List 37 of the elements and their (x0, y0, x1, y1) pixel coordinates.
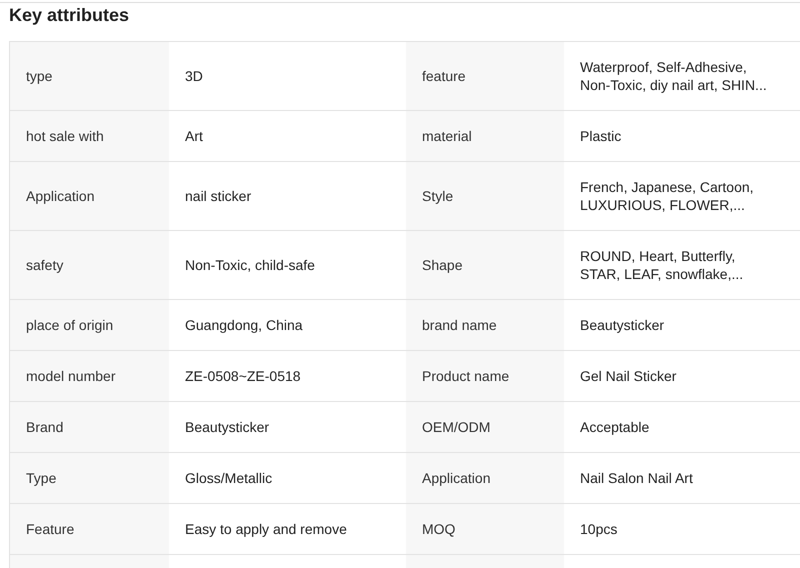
attribute-label: hot sale with (10, 111, 169, 161)
attribute-value: ROUND, Heart, Butterfly, STAR, LEAF, snowflake,... (579, 247, 744, 284)
attribute-value: Beautysticker (579, 316, 666, 335)
attribute-label: place of origin (10, 300, 169, 350)
attribute-label: material (406, 111, 564, 161)
attribute-label: OEM/ODM (406, 402, 564, 452)
attribute-label: brand name (406, 300, 564, 350)
attribute-label: Feature (10, 504, 169, 554)
attribute-value: 3D (184, 67, 204, 86)
attribute-value: ZE-0508~ZE-0518 (184, 367, 302, 386)
attribute-label: Product name (406, 351, 564, 401)
attribute-value: Plastic (579, 127, 622, 146)
section-title: Key attributes (9, 4, 130, 26)
attribute-value: Guangdong, China (184, 316, 304, 335)
attribute-label: model number (10, 351, 169, 401)
attribute-label: safety (10, 231, 169, 299)
attribute-label: MOQ (406, 504, 564, 554)
attribute-label: Application (406, 453, 564, 503)
attribute-label: Style (406, 162, 564, 230)
attribute-value: Non-Toxic, child-safe (184, 256, 316, 275)
attribute-value: Gloss/Metallic (184, 469, 274, 488)
attribute-label: Application (10, 162, 169, 230)
attribute-value: Gel Nail Sticker (579, 367, 678, 386)
attribute-label: feature (406, 42, 564, 110)
attribute-value: 10pcs (579, 520, 618, 539)
attribute-label: Shape (406, 231, 564, 299)
attribute-value: Acceptable (579, 418, 650, 437)
attribute-value: nail sticker (184, 187, 252, 206)
attribute-value: Waterproof, Self-Adhesive, Non-Toxic, diy nail art, SHIN... (579, 58, 768, 95)
attribute-value: Art (184, 127, 204, 146)
attribute-value: Beautysticker (184, 418, 270, 437)
attribute-label: type (10, 42, 169, 110)
attribute-label: Brand (10, 402, 169, 452)
attribute-value: Easy to apply and remove (184, 520, 348, 539)
attribute-label: Type (10, 453, 169, 503)
attribute-value: Nail Salon Nail Art (579, 469, 694, 488)
attribute-value: French, Japanese, Cartoon, LUXURIOUS, FLOWER,... (579, 178, 755, 215)
